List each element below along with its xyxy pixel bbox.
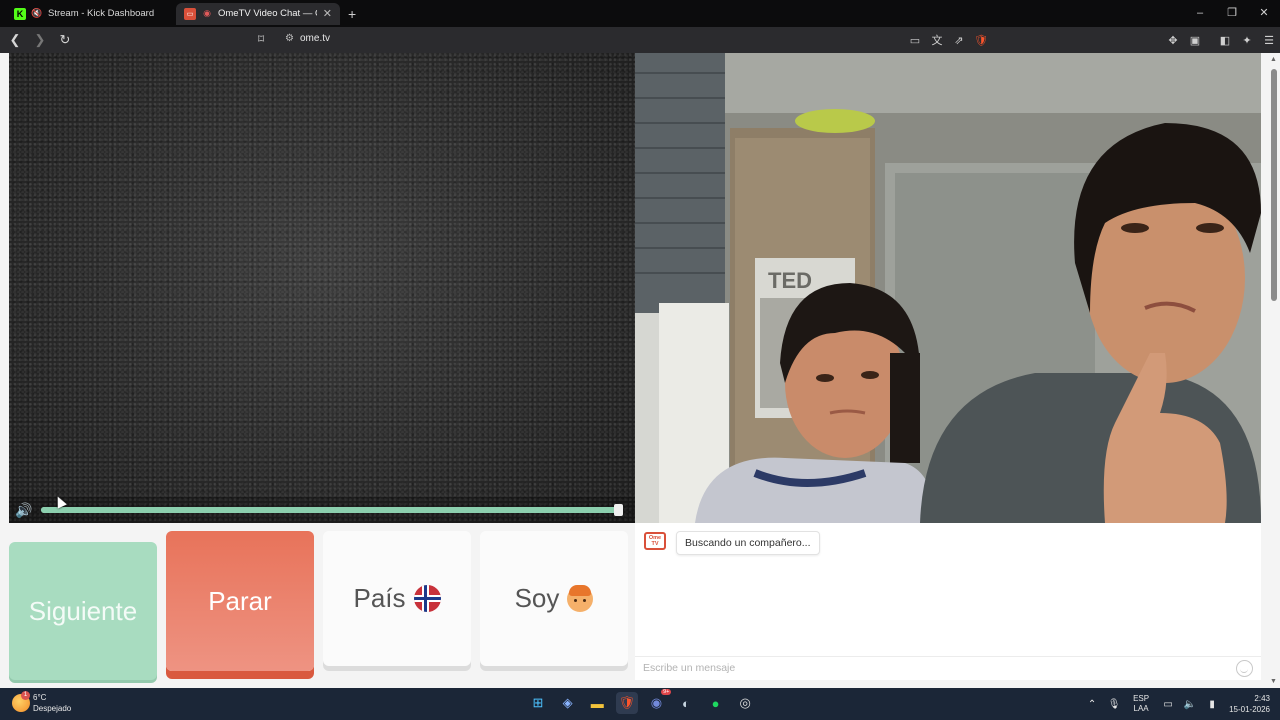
- volume-knob[interactable]: [614, 504, 623, 516]
- scrollbar-thumb[interactable]: [1271, 69, 1277, 301]
- emoji-icon[interactable]: [1236, 660, 1253, 677]
- country-button[interactable]: País: [323, 531, 471, 666]
- country-button-label: País: [353, 583, 406, 613]
- site-info-icon[interactable]: ⚙: [285, 33, 294, 44]
- stop-button[interactable]: Parar: [166, 531, 314, 671]
- weather-temp: 6°C: [33, 693, 47, 702]
- logo-text-bottom: TV: [651, 541, 659, 547]
- battery-icon[interactable]: ▮: [1201, 699, 1223, 710]
- new-tab-button[interactable]: +: [348, 6, 356, 22]
- kick-icon: K: [14, 7, 26, 20]
- sidebar-icon[interactable]: ◧: [1214, 34, 1236, 47]
- tray-overflow-icon[interactable]: ⌃: [1081, 699, 1103, 710]
- system-tray: ⌃ 🎙 ESP LAA ▭ 🔈 ▮ 2:43 15-01-2026: [1081, 688, 1270, 720]
- close-window-button[interactable]: ✕: [1248, 0, 1280, 27]
- scroll-up-icon[interactable]: ▲: [1270, 56, 1277, 63]
- speaker-icon[interactable]: 🔈: [1179, 699, 1201, 710]
- clock-date: 15-01-2026: [1229, 705, 1270, 714]
- clock-time: 2:43: [1254, 694, 1270, 703]
- window-controls: – ❐ ✕: [1184, 0, 1280, 27]
- browser-toolbar: ❮ ❯ ↻ ⌑ ⚙ ome.tv ▭ 文 ⇗ 🛡 ✥ ▣ ◧ ✦ ☰: [0, 27, 1280, 53]
- bookmark-icon[interactable]: ⌑: [258, 32, 264, 46]
- sun-icon: 1: [12, 691, 30, 712]
- obs-icon[interactable]: ◎: [734, 692, 756, 714]
- svg-text:TED: TED: [768, 268, 812, 293]
- norway-flag-icon: [413, 585, 441, 612]
- message-input-bar: [635, 656, 1261, 680]
- gender-button[interactable]: Soy: [480, 531, 628, 666]
- ometv-page: 🔊 TED Siguiente Parar País Soy Ome TV Bu…: [0, 53, 1280, 688]
- discord-icon[interactable]: ◉ 9+: [645, 689, 672, 714]
- remote-video: TED: [635, 53, 1261, 523]
- extensions-icon[interactable]: ✥: [1162, 34, 1184, 47]
- tab-kick-dashboard[interactable]: K 🔇 Stream - Kick Dashboard: [6, 3, 170, 25]
- next-button[interactable]: Siguiente: [9, 542, 157, 680]
- gender-button-label: Soy: [514, 583, 560, 613]
- volume-icon[interactable]: 🔊: [15, 502, 32, 519]
- recording-icon: ◉: [203, 8, 211, 18]
- cast-icon[interactable]: ▭: [904, 34, 926, 47]
- copilot-icon[interactable]: ◈: [557, 692, 579, 714]
- status-message: Buscando un compañero...: [676, 531, 820, 555]
- reload-button[interactable]: ↻: [55, 30, 75, 50]
- spotify-icon[interactable]: ●: [705, 692, 727, 714]
- discord-badge: 9+: [661, 689, 672, 695]
- tab-ometv[interactable]: ▭ ◉ OmeTV Video Chat — Omeg ✕: [176, 2, 340, 25]
- weather-badge: 1: [21, 691, 30, 700]
- toolbar-right: ▭ 文 ⇗ 🛡 ✥ ▣ ◧ ✦ ☰: [904, 27, 1280, 53]
- volume-slider[interactable]: [41, 504, 623, 516]
- tab-title: OmeTV Video Chat — Omeg: [218, 8, 317, 19]
- clock[interactable]: 2:43 15-01-2026: [1229, 693, 1270, 715]
- remote-video-image: TED: [635, 53, 1261, 523]
- ometv-favicon-icon: ▭: [184, 7, 196, 20]
- tab-title: Stream - Kick Dashboard: [48, 8, 155, 19]
- maximize-button[interactable]: ❐: [1216, 0, 1248, 27]
- taskbar: 1 6°C Despejado ⊞ ◈ ▬ 🛡 ◉ 9+ ◐ ● ◎ ⌃ 🎙 ES…: [0, 688, 1280, 720]
- next-button-label: Siguiente: [28, 595, 138, 626]
- boy-icon: [567, 584, 594, 612]
- lang-bottom: LAA: [1133, 704, 1149, 713]
- menu-icon[interactable]: ☰: [1258, 34, 1280, 47]
- microphone-icon[interactable]: 🎙: [1103, 699, 1125, 710]
- weather-text: 6°C Despejado: [33, 692, 71, 714]
- scroll-down-icon[interactable]: ▼: [1270, 678, 1277, 685]
- brave-browser-icon[interactable]: 🛡: [615, 692, 638, 714]
- share-icon[interactable]: ⇗: [948, 34, 970, 47]
- steam-icon[interactable]: ◐: [675, 692, 697, 714]
- message-input[interactable]: [635, 657, 1215, 679]
- translate-icon[interactable]: 文: [926, 32, 948, 48]
- stop-button-label: Parar: [208, 585, 272, 616]
- volume-fill: [41, 507, 623, 513]
- video-static-noise: [9, 53, 635, 523]
- network-icon[interactable]: ▭: [1157, 699, 1179, 710]
- forward-button[interactable]: ❯: [30, 30, 50, 50]
- minimize-button[interactable]: –: [1184, 0, 1216, 27]
- close-tab-icon[interactable]: ✕: [323, 7, 332, 20]
- brave-shields-icon[interactable]: 🛡: [970, 34, 992, 47]
- volume-bar: 🔊: [9, 497, 635, 523]
- page-scrollbar[interactable]: ▲ ▼: [1268, 53, 1280, 688]
- chat-panel: Ome TV Buscando un compañero...: [635, 523, 1261, 680]
- leo-ai-icon[interactable]: ✦: [1236, 34, 1258, 47]
- language-indicator[interactable]: ESP LAA: [1133, 694, 1149, 714]
- browser-tab-bar: K 🔇 Stream - Kick Dashboard ▭ ◉ OmeTV Vi…: [0, 0, 1280, 27]
- weather-widget[interactable]: 1 6°C Despejado: [12, 691, 71, 714]
- lang-top: ESP: [1133, 694, 1150, 703]
- windows-start-icon[interactable]: ⊞: [527, 692, 549, 714]
- muted-audio-icon[interactable]: 🔇: [31, 8, 43, 20]
- taskbar-apps: ⊞ ◈ ▬ 🛡 ◉ 9+ ◐ ● ◎: [527, 689, 764, 714]
- address-bar[interactable]: ome.tv: [300, 33, 330, 44]
- ometv-logo-icon: Ome TV: [644, 532, 666, 550]
- wallet-icon[interactable]: ▣: [1184, 34, 1206, 47]
- file-explorer-icon[interactable]: ▬: [586, 692, 608, 714]
- back-button[interactable]: ❮: [5, 30, 25, 50]
- weather-desc: Despejado: [33, 704, 72, 713]
- local-video: 🔊: [9, 53, 635, 523]
